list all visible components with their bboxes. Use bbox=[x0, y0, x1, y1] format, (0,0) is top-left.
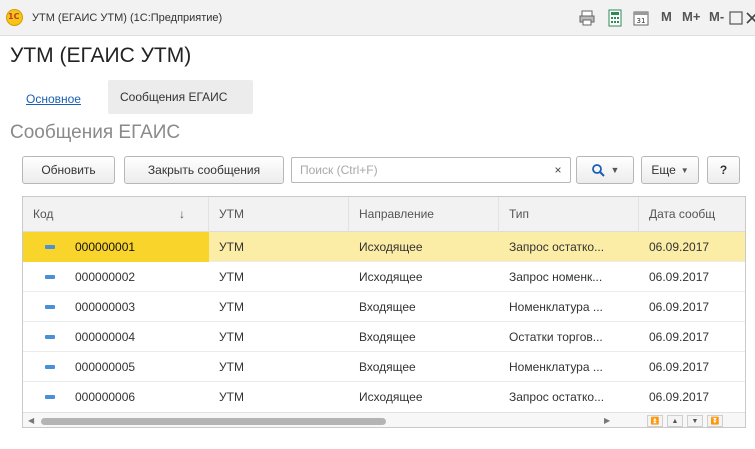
cell-utm: УТМ bbox=[219, 240, 244, 254]
cell-type: Запрос остатко... bbox=[509, 390, 605, 404]
cell-date: 06.09.2017 bbox=[649, 300, 710, 314]
help-button[interactable]: ? bbox=[707, 156, 740, 184]
cell-utm: УТМ bbox=[219, 360, 244, 374]
window-titlebar: 1С УТМ (ЕГАИС УТМ) (1С:Предприятие) 31 M… bbox=[0, 0, 755, 36]
scroll-right-icon[interactable]: ▶ bbox=[604, 416, 610, 425]
cell-date: 06.09.2017 bbox=[649, 270, 710, 284]
message-row-icon bbox=[45, 365, 55, 369]
cell-type: Запрос номенк... bbox=[509, 270, 603, 284]
calendar-day: 31 bbox=[637, 17, 646, 25]
calculator-icon[interactable] bbox=[606, 9, 624, 27]
messages-table[interactable]: Код ↓ УТМ Направление Тип Дата сообщ 000… bbox=[22, 196, 746, 428]
app-logo-icon[interactable]: 1С bbox=[6, 9, 23, 26]
cell-type: Запрос остатко... bbox=[509, 240, 605, 254]
message-row-icon bbox=[45, 305, 55, 309]
scroll-left-icon[interactable]: ◀ bbox=[28, 416, 34, 425]
maximize-icon[interactable] bbox=[729, 11, 743, 25]
cell-type: Номенклатура ... bbox=[509, 360, 603, 374]
memory-button-m-minus[interactable]: M- bbox=[709, 9, 724, 24]
column-header-type[interactable]: Тип bbox=[499, 197, 639, 232]
table-row[interactable]: 000000003 УТМ Входящее Номенклатура ... … bbox=[23, 292, 745, 322]
more-button-label: Еще bbox=[651, 163, 676, 177]
table-header: Код ↓ УТМ Направление Тип Дата сообщ bbox=[23, 197, 745, 232]
cell-date: 06.09.2017 bbox=[649, 390, 710, 404]
table-row[interactable]: 000000001 УТМ Исходящее Запрос остатко..… bbox=[23, 232, 745, 262]
close-icon[interactable] bbox=[746, 12, 755, 24]
sort-down-icon: ↓ bbox=[179, 207, 185, 221]
cell-utm: УТМ bbox=[219, 270, 244, 284]
column-header-code[interactable]: Код ↓ bbox=[23, 197, 209, 232]
cell-utm: УТМ bbox=[219, 390, 244, 404]
cell-direction: Входящее bbox=[359, 300, 416, 314]
cell-direction: Исходящее bbox=[359, 240, 423, 254]
search-button[interactable]: ▼ bbox=[576, 156, 634, 184]
printer-icon[interactable] bbox=[578, 9, 596, 27]
nav-link-main[interactable]: Основное bbox=[26, 92, 81, 106]
message-row-icon bbox=[45, 335, 55, 339]
cell-date: 06.09.2017 bbox=[649, 360, 710, 374]
cell-type: Остатки торгов... bbox=[509, 330, 603, 344]
column-header-utm[interactable]: УТМ bbox=[209, 197, 349, 232]
table-row[interactable]: 000000002 УТМ Исходящее Запрос номенк...… bbox=[23, 262, 745, 292]
table-row[interactable]: 000000006 УТМ Исходящее Запрос остатко..… bbox=[23, 382, 745, 412]
column-header-direction[interactable]: Направление bbox=[349, 197, 499, 232]
refresh-button[interactable]: Обновить bbox=[22, 156, 115, 184]
cell-direction: Входящее bbox=[359, 360, 416, 374]
window-title: УТМ (ЕГАИС УТМ) (1С:Предприятие) bbox=[32, 12, 223, 24]
search-icon bbox=[591, 164, 605, 177]
cell-utm: УТМ bbox=[219, 300, 244, 314]
column-header-date[interactable]: Дата сообщ bbox=[639, 197, 745, 232]
scrollbar-thumb[interactable] bbox=[41, 418, 386, 425]
cell-utm: УТМ bbox=[219, 330, 244, 344]
search-clear-button[interactable]: × bbox=[546, 158, 570, 182]
chevron-down-icon: ▼ bbox=[610, 165, 620, 175]
cell-direction: Исходящее bbox=[359, 270, 423, 284]
column-header-code-label: Код bbox=[33, 207, 54, 221]
go-last-icon[interactable]: ⏬ bbox=[707, 415, 723, 427]
form-title: УТМ (ЕГАИС УТМ) bbox=[10, 44, 192, 67]
cell-date: 06.09.2017 bbox=[649, 240, 710, 254]
more-button[interactable]: Еще ▼ bbox=[641, 156, 699, 184]
go-up-icon[interactable]: ▲ bbox=[667, 415, 683, 427]
memory-button-m-plus[interactable]: M+ bbox=[682, 9, 700, 24]
message-row-icon bbox=[45, 395, 55, 399]
horizontal-scrollbar[interactable]: ◀ ▶ bbox=[23, 412, 745, 427]
cell-type: Номенклатура ... bbox=[509, 300, 603, 314]
go-first-icon[interactable]: ⏫ bbox=[647, 415, 663, 427]
search-input[interactable] bbox=[291, 157, 571, 183]
memory-button-m[interactable]: M bbox=[661, 9, 672, 24]
table-row[interactable]: 000000004 УТМ Входящее Остатки торгов...… bbox=[23, 322, 745, 352]
close-messages-button[interactable]: Закрыть сообщения bbox=[124, 156, 284, 184]
message-row-icon bbox=[45, 245, 55, 249]
section-title: Сообщения ЕГАИС bbox=[10, 122, 181, 143]
cell-date: 06.09.2017 bbox=[649, 330, 710, 344]
cell-direction: Входящее bbox=[359, 330, 416, 344]
go-down-icon[interactable]: ▼ bbox=[687, 415, 703, 427]
cell-direction: Исходящее bbox=[359, 390, 423, 404]
calendar-icon[interactable]: 31 bbox=[632, 9, 650, 27]
nav-tab-messages[interactable]: Сообщения ЕГАИС bbox=[108, 80, 253, 114]
message-row-icon bbox=[45, 275, 55, 279]
app-logo-text: 1С bbox=[8, 12, 20, 21]
chevron-down-icon: ▼ bbox=[680, 165, 689, 175]
table-row[interactable]: 000000005 УТМ Входящее Номенклатура ... … bbox=[23, 352, 745, 382]
